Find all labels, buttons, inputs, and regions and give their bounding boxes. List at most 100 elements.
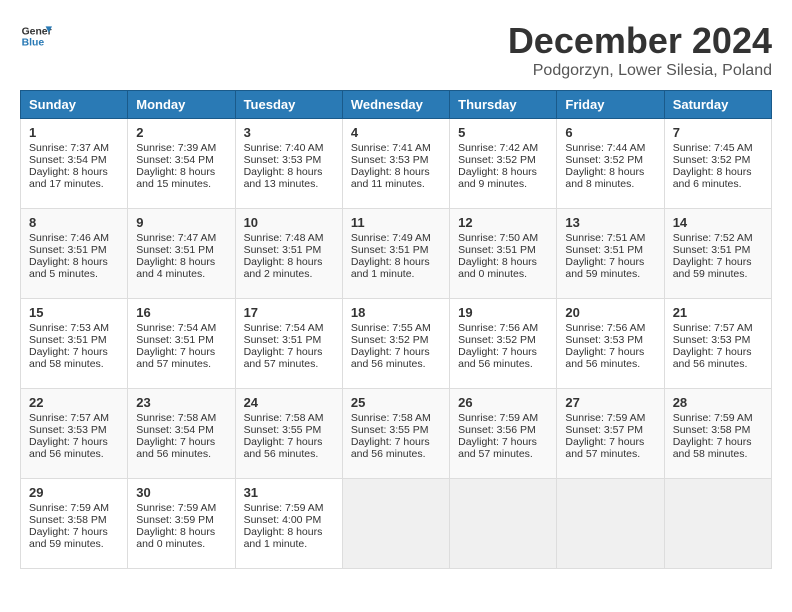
- daylight-text: Daylight: 8 hours and 11 minutes.: [351, 166, 430, 190]
- calendar-cell: 25Sunrise: 7:58 AMSunset: 3:55 PMDayligh…: [342, 389, 449, 479]
- calendar-table: Sunday Monday Tuesday Wednesday Thursday…: [20, 90, 772, 569]
- daylight-text: Daylight: 8 hours and 2 minutes.: [244, 256, 323, 280]
- calendar-cell: 29Sunrise: 7:59 AMSunset: 3:58 PMDayligh…: [21, 479, 128, 569]
- sunrise-text: Sunrise: 7:55 AM: [351, 322, 431, 334]
- daylight-text: Daylight: 7 hours and 59 minutes.: [565, 256, 644, 280]
- calendar-cell: 19Sunrise: 7:56 AMSunset: 3:52 PMDayligh…: [450, 299, 557, 389]
- calendar-cell: 18Sunrise: 7:55 AMSunset: 3:52 PMDayligh…: [342, 299, 449, 389]
- sunset-text: Sunset: 3:52 PM: [458, 154, 536, 166]
- header-sunday: Sunday: [21, 91, 128, 119]
- day-number: 8: [29, 215, 119, 230]
- sunrise-text: Sunrise: 7:59 AM: [136, 502, 216, 514]
- calendar-week-row: 22Sunrise: 7:57 AMSunset: 3:53 PMDayligh…: [21, 389, 772, 479]
- sunrise-text: Sunrise: 7:41 AM: [351, 142, 431, 154]
- day-number: 6: [565, 125, 655, 140]
- day-number: 29: [29, 485, 119, 500]
- day-number: 26: [458, 395, 548, 410]
- calendar-cell: 27 Sunrise: 7:59 AMSunset: 3:57 PMDayligh…: [557, 389, 664, 479]
- sunset-text: Sunset: 3:51 PM: [244, 244, 322, 256]
- daylight-text: Daylight: 7 hours and 56 minutes.: [136, 436, 215, 460]
- month-title: December 2024: [508, 20, 772, 62]
- calendar-cell: 22Sunrise: 7:57 AMSunset: 3:53 PMDayligh…: [21, 389, 128, 479]
- sunset-text: Sunset: 3:51 PM: [136, 244, 214, 256]
- sunset-text: Sunset: 3:53 PM: [673, 334, 751, 346]
- sunset-text: Sunset: 3:51 PM: [351, 244, 429, 256]
- daylight-text: Daylight: 8 hours and 0 minutes.: [458, 256, 537, 280]
- calendar-cell: 23 Sunrise: 7:58 AMSunset: 3:54 PMDayligh…: [128, 389, 235, 479]
- sunrise-text: Sunrise: 7:58 AM: [136, 412, 216, 424]
- calendar-week-row: 8Sunrise: 7:46 AMSunset: 3:51 PMDaylight…: [21, 209, 772, 299]
- calendar-cell: 26Sunrise: 7:59 AMSunset: 3:56 PMDayligh…: [450, 389, 557, 479]
- day-number: 12: [458, 215, 548, 230]
- sunset-text: Sunset: 3:52 PM: [673, 154, 751, 166]
- calendar-cell: 12Sunrise: 7:50 AMSunset: 3:51 PMDayligh…: [450, 209, 557, 299]
- sunset-text: Sunset: 3:51 PM: [565, 244, 643, 256]
- day-number: 21: [673, 305, 763, 320]
- day-number: 15: [29, 305, 119, 320]
- sunrise-text: Sunrise: 7:51 AM: [565, 232, 645, 244]
- day-number: 17: [244, 305, 334, 320]
- daylight-text: Daylight: 7 hours and 56 minutes.: [351, 346, 430, 370]
- daylight-text: Daylight: 8 hours and 15 minutes.: [136, 166, 215, 190]
- daylight-text: Daylight: 7 hours and 58 minutes.: [29, 346, 108, 370]
- calendar-cell: 8Sunrise: 7:46 AMSunset: 3:51 PMDaylight…: [21, 209, 128, 299]
- sunset-text: Sunset: 3:54 PM: [136, 424, 214, 436]
- day-number: 19: [458, 305, 548, 320]
- calendar-cell: 13Sunrise: 7:51 AMSunset: 3:51 PMDayligh…: [557, 209, 664, 299]
- sunrise-text: Sunrise: 7:44 AM: [565, 142, 645, 154]
- header-friday: Friday: [557, 91, 664, 119]
- daylight-text: Daylight: 7 hours and 56 minutes.: [351, 436, 430, 460]
- day-number: 28: [673, 395, 763, 410]
- calendar-cell: 10Sunrise: 7:48 AMSunset: 3:51 PMDayligh…: [235, 209, 342, 299]
- sunset-text: Sunset: 3:52 PM: [565, 154, 643, 166]
- calendar-cell: 9Sunrise: 7:47 AMSunset: 3:51 PMDaylight…: [128, 209, 235, 299]
- sunrise-text: Sunrise: 7:59 AM: [29, 502, 109, 514]
- daylight-text: Daylight: 7 hours and 56 minutes.: [244, 436, 323, 460]
- calendar-cell: 16Sunrise: 7:54 AMSunset: 3:51 PMDayligh…: [128, 299, 235, 389]
- calendar-cell: 7Sunrise: 7:45 AMSunset: 3:52 PMDaylight…: [664, 119, 771, 209]
- calendar-cell: 30Sunrise: 7:59 AMSunset: 3:59 PMDayligh…: [128, 479, 235, 569]
- calendar-week-row: 1Sunrise: 7:37 AMSunset: 3:54 PMDaylight…: [21, 119, 772, 209]
- sunset-text: Sunset: 3:51 PM: [29, 244, 107, 256]
- day-number: 27: [565, 395, 655, 410]
- sunrise-text: Sunrise: 7:59 AM: [565, 412, 645, 424]
- sunrise-text: Sunrise: 7:59 AM: [673, 412, 753, 424]
- daylight-text: Daylight: 8 hours and 1 minute.: [351, 256, 430, 280]
- sunrise-text: Sunrise: 7:46 AM: [29, 232, 109, 244]
- sunrise-text: Sunrise: 7:42 AM: [458, 142, 538, 154]
- sunrise-text: Sunrise: 7:45 AM: [673, 142, 753, 154]
- sunset-text: Sunset: 3:57 PM: [565, 424, 643, 436]
- daylight-text: Daylight: 7 hours and 57 minutes.: [136, 346, 215, 370]
- sunset-text: Sunset: 3:54 PM: [29, 154, 107, 166]
- day-number: 23: [136, 395, 226, 410]
- sunrise-text: Sunrise: 7:57 AM: [673, 322, 753, 334]
- weekday-header-row: Sunday Monday Tuesday Wednesday Thursday…: [21, 91, 772, 119]
- calendar-cell: [342, 479, 449, 569]
- sunset-text: Sunset: 3:52 PM: [351, 334, 429, 346]
- sunset-text: Sunset: 3:53 PM: [29, 424, 107, 436]
- day-number: 22: [29, 395, 119, 410]
- sunrise-text: Sunrise: 7:47 AM: [136, 232, 216, 244]
- daylight-text: Daylight: 7 hours and 56 minutes.: [565, 346, 644, 370]
- logo-icon: General Blue: [20, 20, 52, 52]
- sunset-text: Sunset: 3:51 PM: [244, 334, 322, 346]
- day-number: 24: [244, 395, 334, 410]
- day-number: 3: [244, 125, 334, 140]
- daylight-text: Daylight: 7 hours and 56 minutes.: [29, 436, 108, 460]
- calendar-cell: 17Sunrise: 7:54 AMSunset: 3:51 PMDayligh…: [235, 299, 342, 389]
- daylight-text: Daylight: 7 hours and 57 minutes.: [565, 436, 644, 460]
- header-monday: Monday: [128, 91, 235, 119]
- day-number: 31: [244, 485, 334, 500]
- sunrise-text: Sunrise: 7:40 AM: [244, 142, 324, 154]
- daylight-text: Daylight: 8 hours and 17 minutes.: [29, 166, 108, 190]
- calendar-cell: 21Sunrise: 7:57 AMSunset: 3:53 PMDayligh…: [664, 299, 771, 389]
- day-number: 30: [136, 485, 226, 500]
- calendar-cell: 2Sunrise: 7:39 AMSunset: 3:54 PMDaylight…: [128, 119, 235, 209]
- daylight-text: Daylight: 8 hours and 0 minutes.: [136, 526, 215, 550]
- calendar-cell: 5Sunrise: 7:42 AMSunset: 3:52 PMDaylight…: [450, 119, 557, 209]
- sunrise-text: Sunrise: 7:59 AM: [244, 502, 324, 514]
- daylight-text: Daylight: 7 hours and 57 minutes.: [458, 436, 537, 460]
- logo: General Blue: [20, 20, 52, 52]
- day-number: 9: [136, 215, 226, 230]
- calendar-cell: [450, 479, 557, 569]
